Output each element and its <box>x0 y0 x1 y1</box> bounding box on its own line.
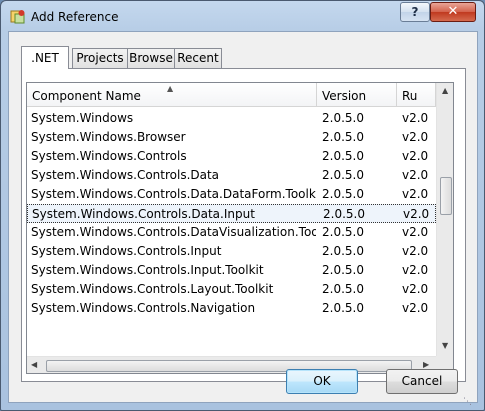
vertical-scroll-thumb[interactable] <box>440 177 452 215</box>
runtime-cell: v2.0 <box>402 225 429 239</box>
dialog-body: .NET Projects Browse Recent Component Na… <box>8 31 478 403</box>
component-name-cell: System.Windows.Controls.Data.DataForm.To… <box>31 187 316 201</box>
version-cell: 2.0.5.0 <box>322 149 364 163</box>
version-cell: 2.0.5.0 <box>322 263 364 277</box>
version-cell: 2.0.5.0 <box>322 282 364 296</box>
component-name-cell: System.Windows <box>31 111 134 125</box>
runtime-cell: v2.0 <box>402 111 429 125</box>
version-cell: 2.0.5.0 <box>322 225 364 239</box>
scroll-right-icon[interactable]: ▶ <box>423 360 429 369</box>
list-header: Component Name ▲ Version Ru <box>27 83 436 107</box>
component-name-cell: System.Windows.Controls.Data <box>31 168 220 182</box>
table-row[interactable]: System.Windows.Controls.Input.Toolkit 2.0… <box>27 261 436 280</box>
scroll-up-icon[interactable]: ▲ <box>442 86 448 95</box>
table-row[interactable]: System.Windows.Controls.Navigation 2.0.5.… <box>27 299 436 318</box>
version-cell: 2.0.5.0 <box>322 187 364 201</box>
column-header-version[interactable]: Version <box>317 83 397 107</box>
runtime-cell: v2.0 <box>402 301 429 315</box>
version-cell: 2.0.5.0 <box>323 207 365 221</box>
add-reference-icon <box>10 10 25 24</box>
version-cell: 2.0.5.0 <box>322 301 364 315</box>
table-row[interactable]: System.Windows.Browser 2.0.5.0 v2.0 <box>27 128 436 147</box>
add-reference-dialog: Add Reference ? ✕ .NET Projects Browse R… <box>0 0 485 411</box>
runtime-cell: v2.0 <box>402 149 429 163</box>
tab-projects[interactable]: Projects <box>72 48 128 68</box>
column-header-runtime[interactable]: Ru <box>397 83 436 107</box>
component-name-cell: System.Windows.Controls <box>31 149 187 163</box>
table-row[interactable]: System.Windows.Controls.DataVisualizatio… <box>27 223 436 242</box>
table-row[interactable]: System.Windows.Controls.Data 2.0.5.0 v2.0 <box>27 166 436 185</box>
table-row[interactable]: System.Windows.Controls.Input 2.0.5.0 v2.0 <box>27 242 436 261</box>
component-name-cell: System.Windows.Browser <box>31 130 186 144</box>
runtime-cell: v2.0 <box>402 263 429 277</box>
table-row[interactable]: System.Windows.Controls.Layout.Toolkit 2.… <box>27 280 436 299</box>
version-cell: 2.0.5.0 <box>322 111 364 125</box>
help-button[interactable]: ? <box>400 2 430 22</box>
runtime-cell: v2.0 <box>402 187 429 201</box>
table-row[interactable]: System.Windows.Controls.Data.DataForm.To… <box>27 185 436 204</box>
component-name-cell: System.Windows.Controls.Navigation <box>31 301 256 315</box>
title-bar[interactable]: Add Reference ? ✕ <box>1 1 484 31</box>
tab-recent[interactable]: Recent <box>174 48 222 68</box>
version-cell: 2.0.5.0 <box>322 168 364 182</box>
component-name-cell: System.Windows.Controls.DataVisualizatio… <box>31 225 316 239</box>
vertical-scrollbar[interactable]: ▲ ▼ <box>436 83 453 356</box>
table-row[interactable]: System.Windows.Controls.Data.Input 2.0.5.… <box>27 204 436 223</box>
column-header-component-name[interactable]: Component Name ▲ <box>27 83 317 107</box>
tab-dotnet[interactable]: .NET <box>21 46 69 69</box>
runtime-cell: v2.0 <box>402 244 429 258</box>
runtime-cell: v2.0 <box>403 207 430 221</box>
tab-browse[interactable]: Browse <box>127 48 175 68</box>
table-row[interactable]: System.Windows 2.0.5.0 v2.0 <box>27 109 436 128</box>
component-list[interactable]: Component Name ▲ Version Ru System.Windo… <box>26 82 454 374</box>
resize-grip-icon[interactable]: ⋱ <box>463 397 472 407</box>
version-cell: 2.0.5.0 <box>322 130 364 144</box>
window-title: Add Reference <box>31 10 119 24</box>
sort-ascending-icon: ▲ <box>167 84 174 93</box>
scroll-down-icon[interactable]: ▼ <box>442 341 448 350</box>
horizontal-scrollbar[interactable]: ◀ ▶ <box>27 356 436 373</box>
runtime-cell: v2.0 <box>402 130 429 144</box>
component-name-cell: System.Windows.Controls.Data.Input <box>32 207 255 221</box>
runtime-cell: v2.0 <box>402 168 429 182</box>
table-row[interactable]: System.Windows.Controls 2.0.5.0 v2.0 <box>27 147 436 166</box>
column-header-label: Component Name <box>32 89 141 103</box>
scroll-left-icon[interactable]: ◀ <box>31 360 37 369</box>
version-cell: 2.0.5.0 <box>322 244 364 258</box>
component-name-cell: System.Windows.Controls.Input <box>31 244 222 258</box>
component-name-cell: System.Windows.Controls.Layout.Toolkit <box>31 282 274 296</box>
ok-button[interactable]: OK <box>286 369 358 394</box>
runtime-cell: v2.0 <box>402 282 429 296</box>
close-button[interactable]: ✕ <box>430 2 476 22</box>
cancel-button[interactable]: Cancel <box>386 369 458 394</box>
component-name-cell: System.Windows.Controls.Input.Toolkit <box>31 263 264 277</box>
